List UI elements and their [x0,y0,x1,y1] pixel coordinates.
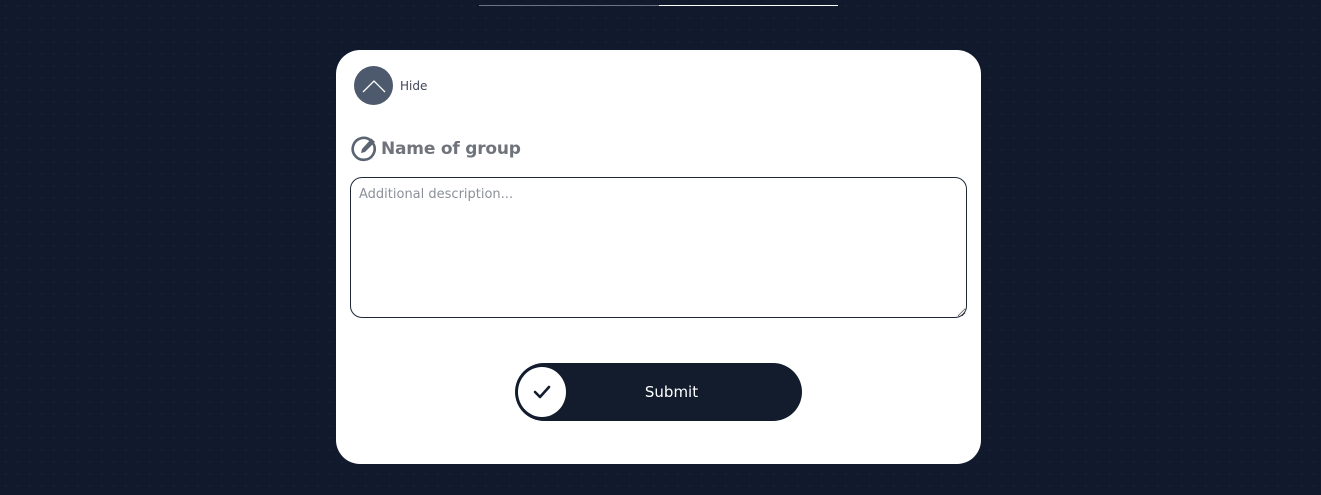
additional-description-input[interactable] [350,177,967,318]
top-tab-inactive-underline[interactable] [479,5,659,6]
hide-toggle-button[interactable]: Hide [354,66,427,105]
chevron-up-icon [362,79,385,92]
edit-pencil-icon[interactable] [351,135,378,162]
group-title-row: Name of group [351,135,521,162]
submit-button-label[interactable]: Submit [515,363,802,421]
top-tab-active-underline[interactable] [658,5,838,6]
group-name-title: Name of group [381,138,521,159]
group-form-card: Hide Name of group Submit [336,50,981,464]
hide-toggle-label[interactable]: Hide [400,79,427,93]
top-tab-indicator [479,5,838,7]
hide-toggle-circle[interactable] [354,66,393,105]
submit-button[interactable]: Submit [515,363,802,421]
